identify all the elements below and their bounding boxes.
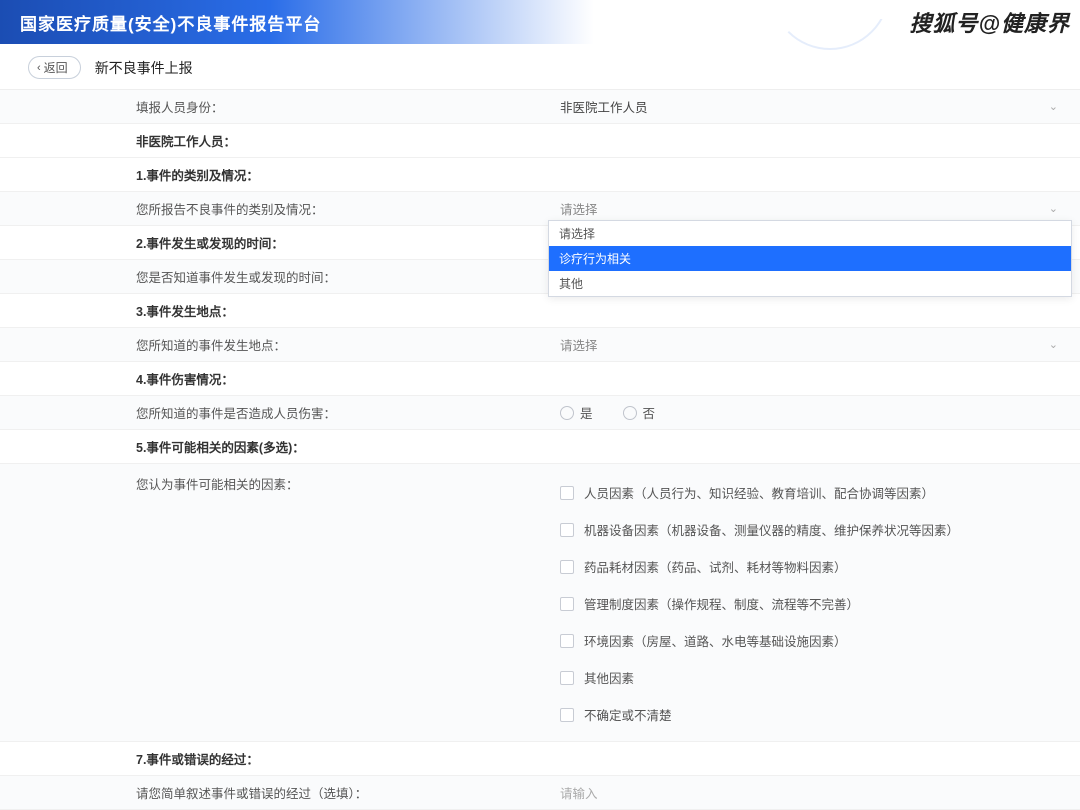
event-location-row: 您所知道的事件发生地点： 请选择 ⌄: [0, 328, 1080, 362]
checkbox-icon: [560, 523, 574, 537]
event-harm-value: 是 否: [548, 396, 1080, 430]
event-factors-row: 您认为事件可能相关的因素： 人员因素（人员行为、知识经验、教育培训、配合协调等因…: [0, 464, 1080, 742]
header-decoration: [770, 0, 890, 50]
section-7-title: 7.事件或错误的经过：: [0, 742, 548, 776]
section-1-header: 1.事件的类别及情况：: [0, 158, 1080, 192]
non-hospital-header-row: 非医院工作人员：: [0, 124, 1080, 158]
dropdown-option-highlighted[interactable]: 诊疗行为相关: [549, 246, 1071, 271]
event-narrative-label: 请您简单叙述事件或错误的经过（选填）：: [0, 776, 548, 810]
breadcrumb-bar: ‹ 返回 新不良事件上报: [0, 44, 1080, 90]
factor-checkbox-other[interactable]: 其他因素: [560, 659, 1058, 696]
reporter-identity-select[interactable]: 非医院工作人员 ⌄: [548, 90, 1080, 124]
factor-checkbox-management[interactable]: 管理制度因素（操作规程、制度、流程等不完善）: [560, 585, 1058, 622]
chevron-left-icon: ‹: [37, 62, 41, 74]
event-harm-radio-group: 是 否: [560, 403, 655, 422]
event-location-label: 您所知道的事件发生地点：: [0, 328, 548, 362]
section-3-header: 3.事件发生地点：: [0, 294, 1080, 328]
factor-checkbox-personnel[interactable]: 人员因素（人员行为、知识经验、教育培训、配合协调等因素）: [560, 474, 1058, 511]
checkbox-icon: [560, 671, 574, 685]
non-hospital-header: 非医院工作人员：: [0, 124, 548, 158]
chevron-down-icon: ⌄: [1049, 202, 1058, 215]
checkbox-icon: [560, 634, 574, 648]
event-location-select[interactable]: 请选择 ⌄: [548, 328, 1080, 362]
back-button[interactable]: ‹ 返回: [28, 56, 81, 79]
event-harm-label: 您所知道的事件是否造成人员伤害：: [0, 396, 548, 430]
checkbox-icon: [560, 597, 574, 611]
event-narrative-input[interactable]: 请输入: [548, 776, 1080, 810]
factor-checkbox-drugs[interactable]: 药品耗材因素（药品、试剂、耗材等物料因素）: [560, 548, 1058, 585]
section-5-title: 5.事件可能相关的因素(多选)：: [0, 430, 548, 464]
section-5-header: 5.事件可能相关的因素(多选)：: [0, 430, 1080, 464]
back-label: 返回: [44, 59, 68, 76]
checkbox-icon: [560, 708, 574, 722]
event-time-label: 您是否知道事件发生或发现的时间：: [0, 260, 548, 294]
factors-checkbox-list: 人员因素（人员行为、知识经验、教育培训、配合协调等因素） 机器设备因素（机器设备…: [560, 474, 1058, 733]
chevron-down-icon: ⌄: [1049, 100, 1058, 113]
chevron-down-icon: ⌄: [1049, 338, 1058, 351]
radio-icon: [623, 406, 637, 420]
form: 填报人员身份： 非医院工作人员 ⌄ 非医院工作人员： 1.事件的类别及情况： 您…: [0, 90, 1080, 810]
event-category-row: 您所报告不良事件的类别及情况： 请选择 ⌄ 请选择 诊疗行为相关 其他: [0, 192, 1080, 226]
factor-checkbox-equipment[interactable]: 机器设备因素（机器设备、测量仪器的精度、维护保养状况等因素）: [560, 511, 1058, 548]
section-4-header: 4.事件伤害情况：: [0, 362, 1080, 396]
watermark: 搜狐号@健康界: [910, 6, 1070, 38]
event-factors-value: 人员因素（人员行为、知识经验、教育培训、配合协调等因素） 机器设备因素（机器设备…: [548, 464, 1080, 742]
event-location-placeholder: 请选择: [560, 335, 1049, 354]
checkbox-icon: [560, 560, 574, 574]
section-4-title: 4.事件伤害情况：: [0, 362, 548, 396]
event-narrative-row: 请您简单叙述事件或错误的经过（选填）： 请输入: [0, 776, 1080, 810]
event-category-select[interactable]: 请选择 ⌄ 请选择 诊疗行为相关 其他: [548, 192, 1080, 226]
event-narrative-placeholder: 请输入: [560, 783, 1058, 802]
checkbox-icon: [560, 486, 574, 500]
reporter-identity-label: 填报人员身份：: [0, 90, 548, 124]
event-category-label: 您所报告不良事件的类别及情况：: [0, 192, 548, 226]
section-7-header: 7.事件或错误的经过：: [0, 742, 1080, 776]
event-harm-radio-yes[interactable]: 是: [560, 403, 593, 422]
section-1-title: 1.事件的类别及情况：: [0, 158, 548, 192]
event-category-placeholder: 请选择: [560, 199, 1049, 218]
page-title: 新不良事件上报: [95, 58, 193, 78]
event-category-dropdown: 请选择 诊疗行为相关 其他: [548, 220, 1072, 297]
dropdown-option[interactable]: 其他: [549, 271, 1071, 296]
factor-checkbox-environment[interactable]: 环境因素（房屋、道路、水电等基础设施因素）: [560, 622, 1058, 659]
radio-icon: [560, 406, 574, 420]
event-harm-row: 您所知道的事件是否造成人员伤害： 是 否: [0, 396, 1080, 430]
section-2-title: 2.事件发生或发现的时间：: [0, 226, 548, 260]
section-3-title: 3.事件发生地点：: [0, 294, 548, 328]
app-title: 国家医疗质量(安全)不良事件报告平台: [20, 10, 321, 35]
event-harm-radio-no[interactable]: 否: [623, 403, 656, 422]
factor-checkbox-unknown[interactable]: 不确定或不清楚: [560, 696, 1058, 733]
reporter-identity-value: 非医院工作人员: [560, 97, 1049, 116]
dropdown-option[interactable]: 请选择: [549, 221, 1071, 246]
reporter-identity-row: 填报人员身份： 非医院工作人员 ⌄: [0, 90, 1080, 124]
event-factors-label: 您认为事件可能相关的因素：: [0, 464, 548, 742]
